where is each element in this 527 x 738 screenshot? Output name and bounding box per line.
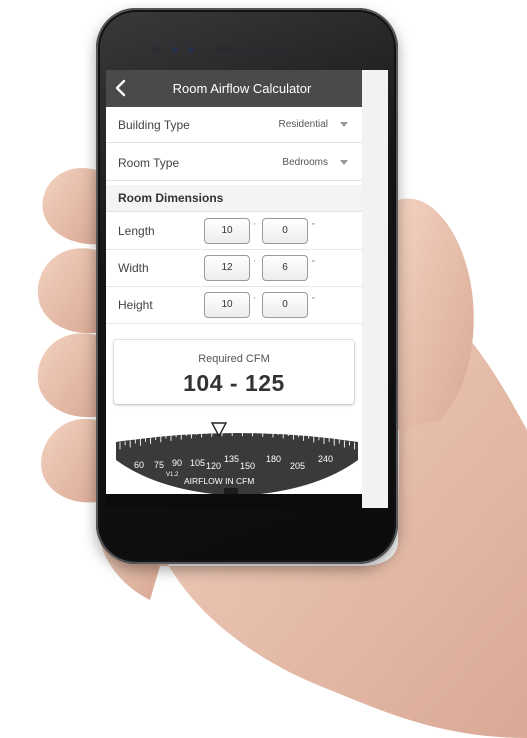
dial-scale-label: 150 (240, 461, 255, 471)
feet-mark: ' (254, 296, 256, 305)
building-type-label: Building Type (118, 117, 190, 132)
width-inches-input[interactable]: 6 (262, 255, 308, 281)
room-type-select[interactable]: Room Type Bedrooms (106, 145, 362, 181)
sensor-dot (188, 47, 194, 53)
feet-mark: ' (254, 222, 256, 231)
required-cfm-value: 104 - 125 (183, 370, 285, 396)
chevron-left-icon[interactable] (114, 79, 128, 97)
dial-scale-label: 205 (290, 461, 305, 471)
dial-scale-label: 60 (134, 460, 144, 470)
dial-scale-label: 120 (206, 461, 221, 471)
dial-scale-label: 90 (172, 458, 182, 468)
width-row: Width 12 ' 6 " (106, 250, 362, 287)
dial-scale-label: 180 (266, 454, 281, 464)
dial-version: V1.2 (166, 472, 179, 478)
dial-scale-label: 135 (224, 454, 239, 464)
width-label: Width (118, 261, 149, 275)
building-type-select[interactable]: Building Type Residential (106, 107, 362, 143)
inch-mark: " (312, 296, 315, 305)
length-feet-input[interactable]: 10 (204, 218, 250, 244)
room-type-label: Room Type (118, 155, 180, 170)
room-dimensions-heading: Room Dimensions (106, 185, 362, 212)
inch-mark: " (312, 222, 315, 231)
dropdown-arrow-icon (340, 160, 348, 165)
front-camera (152, 46, 160, 54)
dial-scale-label: 75 (154, 460, 164, 470)
dial-scale-label: 240 (318, 454, 333, 464)
height-feet-input[interactable]: 10 (204, 292, 250, 318)
dial-face (116, 433, 358, 496)
height-label: Height (118, 298, 153, 312)
required-cfm-card: Required CFM 104 - 125 (114, 340, 354, 404)
sensor-dot (172, 47, 178, 53)
bottom-bar (106, 494, 362, 508)
length-label: Length (118, 224, 155, 238)
app-screen: Room Airflow Calculator Building Type Re… (106, 70, 362, 508)
dropdown-arrow-icon (340, 122, 348, 127)
height-row: Height 10 ' 0 " (106, 287, 362, 324)
width-feet-input[interactable]: 12 (204, 255, 250, 281)
required-cfm-label: Required CFM (198, 353, 270, 365)
feet-mark: ' (254, 259, 256, 268)
title-bar: Room Airflow Calculator (106, 70, 362, 107)
earpiece-speaker (214, 47, 288, 52)
dial-scale-label: 105 (190, 458, 205, 468)
page-title: Room Airflow Calculator (172, 81, 312, 96)
length-inches-input[interactable]: 0 (262, 218, 308, 244)
screen-edge (362, 70, 388, 508)
inch-mark: " (312, 259, 315, 268)
length-row: Length 10 ' 0 " (106, 213, 362, 250)
room-type-value: Bedrooms (282, 157, 328, 168)
dial-caption: AIRFLOW IN CFM (184, 476, 254, 486)
building-type-value: Residential (278, 119, 328, 130)
height-inches-input[interactable]: 0 (262, 292, 308, 318)
